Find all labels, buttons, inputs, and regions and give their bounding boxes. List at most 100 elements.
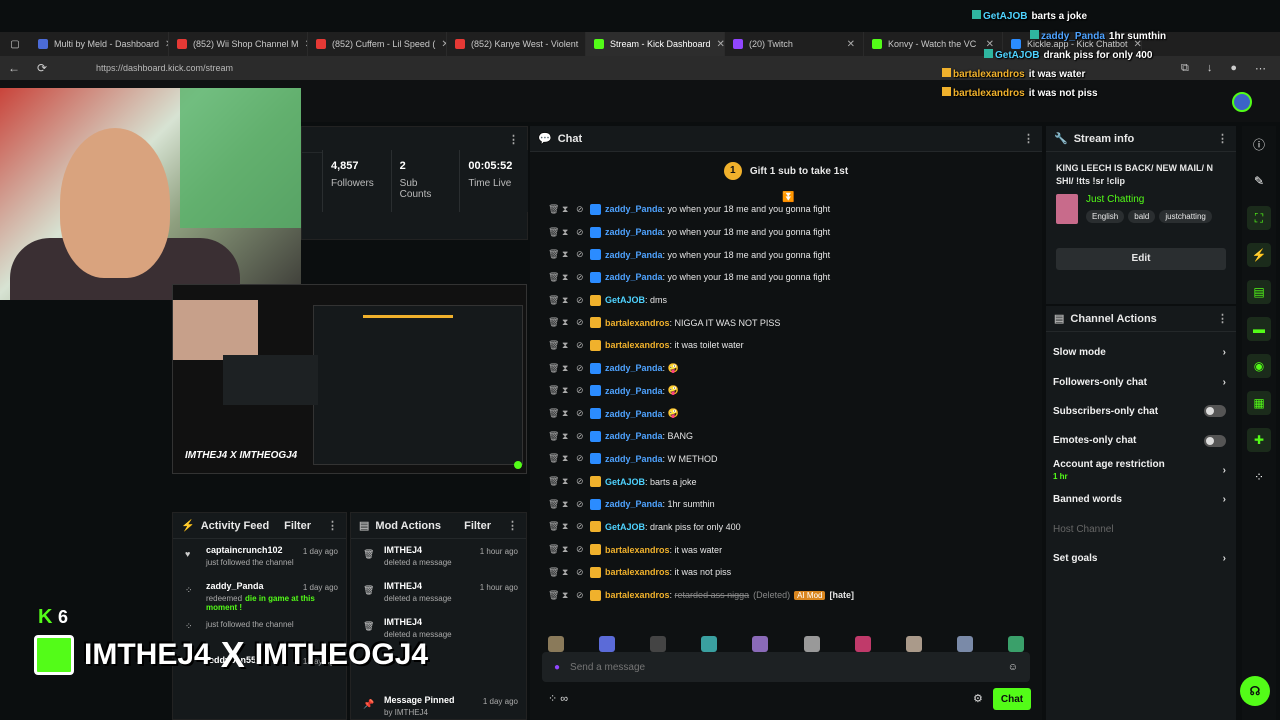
timeout-icon[interactable]: ⧗ (562, 295, 570, 306)
chat-username[interactable]: GetAJOB (605, 522, 645, 532)
chat-username[interactable]: zaddy_Panda (605, 204, 663, 214)
timeout-icon[interactable]: ⧗ (562, 431, 570, 442)
emote-icon[interactable] (1008, 636, 1025, 652)
pencil-icon[interactable]: ✎ (1247, 169, 1271, 193)
chat-message[interactable]: 🗑 ⧗ ⊘ zaddy_Panda: BANG (530, 425, 1042, 448)
mod-action-item[interactable]: 🗑 IMTHEJ4 deleted a message 1 hour ago (351, 545, 528, 567)
delete-icon[interactable]: 🗑 (548, 590, 559, 601)
emoji-icon[interactable]: ☺ (1008, 662, 1018, 673)
timeout-icon[interactable]: ⧗ (562, 590, 570, 601)
chat-username[interactable]: GetAJOB (605, 477, 645, 487)
ban-icon[interactable]: ⊘ (576, 385, 584, 396)
ban-icon[interactable]: ⊘ (576, 249, 584, 260)
emote-icon[interactable] (905, 636, 922, 652)
chat-username[interactable]: bartalexandros (605, 318, 670, 328)
chat-message[interactable]: 🗑 ⧗ ⊘ bartalexandros: it was water (530, 538, 1042, 561)
chat-message[interactable]: 🗑 ⧗ ⊘ GetAJOB: drank piss for only 400 (530, 516, 1042, 539)
timeout-icon[interactable]: ⧗ (562, 521, 570, 532)
infinity-icon[interactable]: ∞ (560, 693, 568, 705)
ban-icon[interactable]: ⊘ (576, 363, 584, 374)
emote-icon[interactable] (649, 636, 666, 652)
points-icon[interactable]: ⁘ (548, 693, 557, 705)
ban-icon[interactable]: ⊘ (576, 521, 584, 532)
activity-filter-button[interactable]: Filter (284, 520, 311, 532)
more-options-icon[interactable]: ⋮ (1217, 132, 1228, 145)
emote-icon[interactable] (854, 636, 871, 652)
mic-icon[interactable]: ● (554, 662, 560, 673)
ban-icon[interactable]: ⊘ (576, 567, 584, 578)
emote-icon[interactable] (957, 636, 974, 652)
ban-icon[interactable]: ⊘ (576, 453, 584, 464)
ban-icon[interactable]: ⊘ (576, 499, 584, 510)
browser-tab[interactable]: (20) Twitch ✕ (725, 32, 864, 56)
ban-icon[interactable]: ⊘ (576, 295, 584, 306)
delete-icon[interactable]: 🗑 (548, 249, 559, 260)
delete-icon[interactable]: 🗑 (548, 295, 559, 306)
timeout-icon[interactable]: ⧗ (562, 317, 570, 328)
stream-tag[interactable]: bald (1128, 210, 1156, 223)
emote-icon[interactable] (752, 636, 769, 652)
delete-icon[interactable]: 🗑 (548, 408, 559, 419)
support-icon[interactable]: ☊ (1240, 676, 1270, 706)
timeout-icon[interactable]: ⧗ (562, 544, 570, 555)
stream-tag[interactable]: English (1086, 210, 1125, 223)
more-options-icon[interactable]: ⋮ (1217, 312, 1228, 325)
timeout-icon[interactable]: ⧗ (562, 249, 570, 260)
more-options-icon[interactable]: ⋮ (327, 519, 338, 532)
delete-icon[interactable]: 🗑 (548, 499, 559, 510)
timeout-icon[interactable]: ⧗ (562, 476, 570, 487)
ban-icon[interactable]: ⊘ (576, 227, 584, 238)
mod-action-item[interactable]: 📌 Message Pinned by IMTHEJ4 1 day ago (351, 695, 528, 717)
chat-message[interactable]: 🗑 ⧗ ⊘ bartalexandros: it was not piss (530, 561, 1042, 584)
ban-icon[interactable]: ⊘ (576, 204, 584, 215)
chat-message[interactable]: 🗑 ⧗ ⊘ zaddy_Panda: yo when your 18 me and y… (530, 221, 1042, 244)
chat-message[interactable]: 🗑 ⧗ ⊘ zaddy_Panda: W METHOD (530, 448, 1042, 471)
broadcast-icon[interactable]: ◉ (1247, 354, 1271, 378)
browser-tab[interactable]: Multi by Meld - Dashboard✕ (30, 32, 169, 56)
delete-icon[interactable]: 🗑 (548, 431, 559, 442)
timeout-icon[interactable]: ⧗ (562, 385, 570, 396)
edit-stream-button[interactable]: Edit (1056, 248, 1226, 270)
chat-username[interactable]: zaddy_Panda (605, 386, 663, 396)
chat-gear-icon[interactable]: ⚙ (973, 692, 983, 705)
deleted-chat-message[interactable]: 🗑 ⧗ ⊘ bartalexandros: retarded ass nigga (De… (530, 584, 1042, 607)
emote-icon[interactable] (547, 636, 564, 652)
chat-username[interactable]: zaddy_Panda (605, 431, 663, 441)
ban-icon[interactable]: ⊘ (576, 340, 584, 351)
delete-icon[interactable]: 🗑 (548, 544, 559, 555)
delete-icon[interactable]: 🗑 (548, 340, 559, 351)
ban-icon[interactable]: ⊘ (576, 590, 584, 601)
timeout-icon[interactable]: ⧗ (562, 363, 570, 374)
timeout-icon[interactable]: ⧗ (562, 453, 570, 464)
channel-action-1[interactable]: Followers-only chat › (1046, 367, 1236, 396)
activity-item[interactable]: ♥ captaincrunch102 just followed the chann… (173, 545, 348, 567)
timeout-icon[interactable]: ⧗ (562, 227, 570, 238)
toggle-switch[interactable] (1204, 434, 1226, 447)
channel-action-4[interactable]: Account age restriction 1 hr › (1046, 456, 1236, 485)
chat-username[interactable]: zaddy_Panda (605, 250, 663, 260)
delete-icon[interactable]: 🗑 (548, 363, 559, 374)
chat-message[interactable]: 🗑 ⧗ ⊘ zaddy_Panda: yo when your 18 me and y… (530, 198, 1042, 221)
emote-icon[interactable] (701, 636, 718, 652)
channel-action-7[interactable]: Set goals › (1046, 544, 1236, 573)
browser-tab[interactable]: (852) Kanye West - Violent✕ (447, 32, 586, 56)
crop-icon[interactable]: ⛶ (1247, 206, 1271, 230)
chat-username[interactable]: bartalexandros (605, 340, 670, 350)
chat-message[interactable]: 🗑 ⧗ ⊘ zaddy_Panda: yo when your 18 me and y… (530, 243, 1042, 266)
ban-icon[interactable]: ⊘ (576, 431, 584, 442)
more-options-icon[interactable]: ⋮ (1023, 132, 1034, 145)
send-chat-button[interactable]: Chat (993, 688, 1031, 710)
timeout-icon[interactable]: ⧗ (562, 272, 570, 283)
tab-actions-icon[interactable]: ▢ (0, 39, 30, 50)
browser-tab[interactable]: (852) Wii Shop Channel M✕ (169, 32, 308, 56)
ban-icon[interactable]: ⊘ (576, 408, 584, 419)
channel-action-6[interactable]: Host Channel (1046, 514, 1236, 543)
channel-action-2[interactable]: Subscribers-only chat (1046, 397, 1236, 426)
chat-username[interactable]: GetAJOB (605, 295, 645, 305)
chat-message[interactable]: 🗑 ⧗ ⊘ zaddy_Panda: 🤪 (530, 357, 1042, 380)
chat-message[interactable]: 🗑 ⧗ ⊘ GetAJOB: barts a joke (530, 470, 1042, 493)
ban-icon[interactable]: ⊘ (576, 544, 584, 555)
chat-message[interactable]: 🗑 ⧗ ⊘ bartalexandros: NIGGA IT WAS NOT PISS (530, 311, 1042, 334)
close-tab-icon[interactable]: ✕ (847, 39, 855, 50)
chat-username[interactable]: zaddy_Panda (605, 272, 663, 282)
